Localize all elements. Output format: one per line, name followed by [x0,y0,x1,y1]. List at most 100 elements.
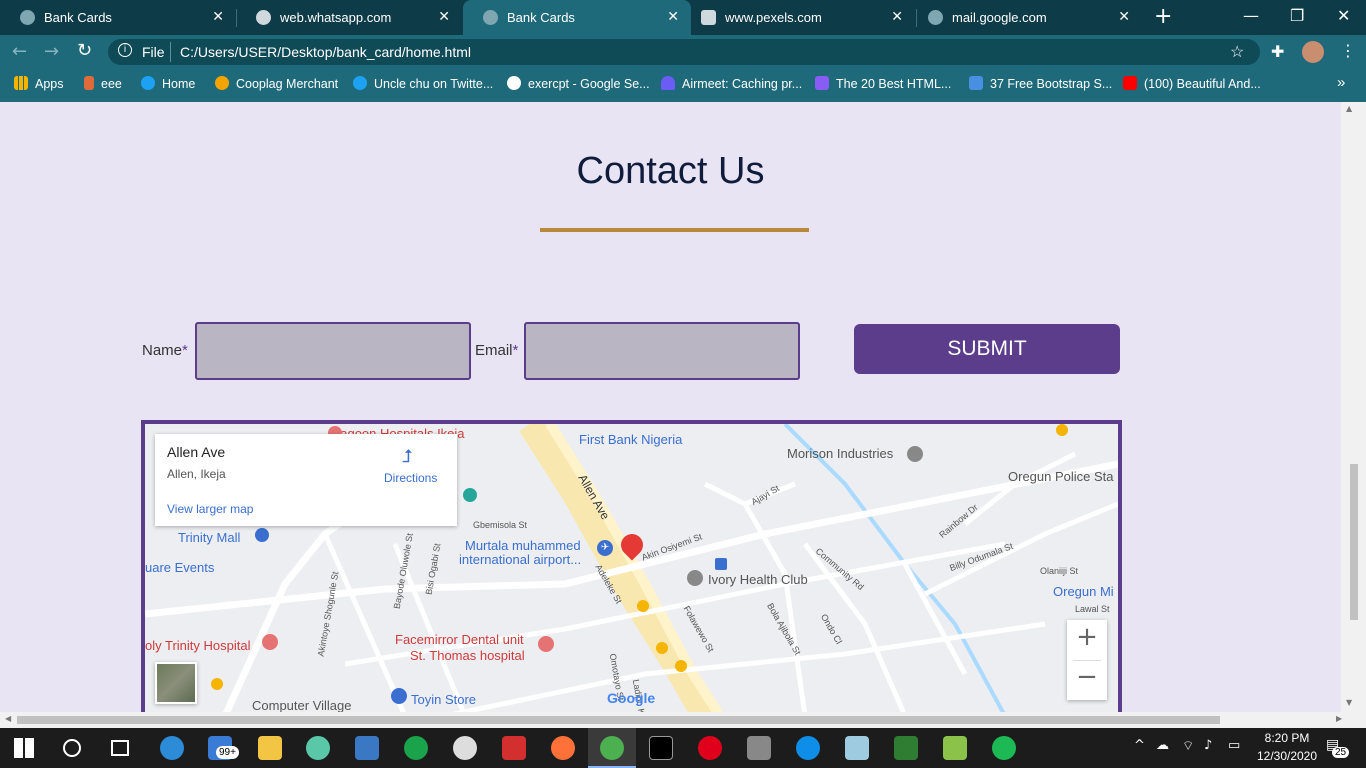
atom-icon[interactable] [306,736,330,760]
place-icon [687,570,703,586]
bluestacks-icon[interactable] [943,736,967,760]
view-larger-map-link[interactable]: View larger map [167,502,253,516]
cloud-icon[interactable]: ☁ [1156,738,1169,753]
tab-whatsapp[interactable]: web.whatsapp.com ✕ [236,0,462,35]
acrobat-icon[interactable] [502,736,526,760]
globe-icon [20,10,35,25]
bookmark-uncle-chu[interactable]: Uncle chu on Twitte... [353,76,493,91]
firefox-icon[interactable] [551,736,575,760]
bookmark-airmeet[interactable]: Airmeet: Caching pr... [661,76,802,91]
scroll-right-arrow-icon[interactable]: ▶ [1336,714,1342,723]
scroll-down-arrow-icon[interactable]: ▼ [1346,698,1352,707]
place-address: Allen, Ikeja [167,467,226,481]
tab-bank-cards-1[interactable]: Bank Cards ✕ [0,0,236,35]
volume-icon[interactable]: ♪ [1204,738,1212,753]
close-icon[interactable]: ✕ [891,8,903,25]
tab-title: mail.google.com [952,10,1047,25]
close-icon[interactable]: ✕ [438,8,450,25]
spotify-icon[interactable] [992,736,1016,760]
forward-arrow-icon[interactable]: → [44,41,59,62]
window-close-icon[interactable]: ✕ [1337,6,1350,25]
tab-bank-cards-active[interactable]: Bank Cards ✕ [463,0,691,35]
zoom-out-button[interactable]: − [1067,662,1107,692]
new-tab-button[interactable]: + [1154,4,1172,29]
windows-taskbar: 99+ ^ ☁ ⌔ ♪ ▭ 8:20 PM 12/30/2020 ▤ 25 [0,728,1366,768]
clock-time[interactable]: 8:20 PM [1252,731,1322,745]
bookmark-cooplag[interactable]: Cooplag Merchant [215,76,338,91]
battery-icon[interactable]: ▭ [1228,738,1240,753]
email-label: Email* [475,342,519,359]
address-bar[interactable]: i File C:/Users/USER/Desktop/bank_card/h… [108,39,1260,65]
url-scheme: File [142,44,165,60]
bookmark-icon [815,76,829,90]
zoom-in-button[interactable]: + [1067,622,1107,652]
tab-pexels[interactable]: www.pexels.com ✕ [681,0,915,35]
horizontal-scroll-thumb[interactable] [17,716,1220,724]
airmeet-icon [661,76,675,90]
task-view-icon[interactable] [111,740,129,756]
bookmark-bootstrap[interactable]: 37 Free Bootstrap S... [969,76,1112,91]
scroll-up-arrow-icon[interactable]: ▲ [1346,104,1352,113]
name-input[interactable] [195,322,471,380]
info-icon[interactable]: i [118,43,132,57]
vertical-scroll-thumb[interactable] [1350,464,1358,620]
tab-title: www.pexels.com [725,10,822,25]
mail-badge: 99+ [216,746,239,759]
terminal-icon[interactable] [649,736,673,760]
edge-icon[interactable] [160,736,184,760]
more-bookmarks-icon[interactable]: » [1337,74,1345,91]
media-icon[interactable] [453,736,477,760]
back-arrow-icon[interactable]: ← [12,41,27,62]
bookmark-home[interactable]: Home [141,76,195,91]
email-input[interactable] [524,322,800,380]
chrome-icon[interactable] [600,736,624,760]
embedded-map[interactable]: Lagoon Hospitals Ikeja First Bank Nigeri… [141,420,1122,712]
minimize-icon[interactable]: — [1243,6,1259,25]
bookmark-youtube[interactable]: (100) Beautiful And... [1123,76,1261,91]
submit-button[interactable]: SUBMIT [854,324,1120,374]
close-icon[interactable]: ✕ [667,8,679,25]
satellite-toggle[interactable] [155,662,197,704]
pexels-icon [701,10,716,25]
airport-icon: ✈ [597,540,613,556]
scroll-left-arrow-icon[interactable]: ◀ [5,714,11,723]
vertical-scrollbar[interactable]: ▲ ▼ [1341,102,1366,712]
teamviewer-icon[interactable] [796,736,820,760]
bookmark-eee[interactable]: eee [84,76,122,91]
store-icon[interactable] [747,736,771,760]
bookmark-html[interactable]: The 20 Best HTML... [815,76,951,91]
youtube-icon [1123,76,1137,90]
map-label: international airport... [459,552,582,567]
app-icon[interactable] [355,736,379,760]
app-icon[interactable] [845,736,869,760]
menu-dots-icon[interactable]: ⋮ [1340,41,1356,60]
reload-icon[interactable]: ↻ [77,40,92,61]
avatar[interactable] [1302,41,1324,63]
tab-gmail[interactable]: mail.google.com ✕ [908,0,1142,35]
directions-link[interactable]: Directions [384,471,437,485]
bookmark-apps[interactable]: Apps [14,76,64,91]
file-explorer-icon[interactable] [258,736,282,760]
place-name: Allen Ave [167,444,226,460]
app-icon[interactable] [894,736,918,760]
chevron-up-icon[interactable]: ^ [1134,738,1145,753]
wifi-icon[interactable]: ⌔ [1182,738,1194,754]
close-icon[interactable]: ✕ [212,8,224,25]
clock-date[interactable]: 12/30/2020 [1252,749,1322,763]
close-icon[interactable]: ✕ [1118,8,1130,25]
horizontal-scrollbar[interactable]: ◀ ▶ [0,712,1366,728]
bus-icon [715,558,727,570]
windows-start-icon[interactable] [14,738,34,758]
directions-icon[interactable]: ⮥ [402,446,413,467]
url-text[interactable]: C:/Users/USER/Desktop/bank_card/home.htm… [180,44,471,60]
star-icon[interactable]: ☆ [1230,42,1244,62]
extensions-icon[interactable]: ✚ [1271,42,1284,61]
search-icon[interactable] [63,739,81,757]
app-icon[interactable] [404,736,428,760]
map-label: Ivory Health Club [708,572,808,587]
map-label: St. Thomas hospital [410,648,525,663]
opera-icon[interactable] [698,736,722,760]
map-label: Oregun Police Sta [1008,469,1114,484]
restore-icon[interactable]: ❐ [1290,6,1304,25]
bookmark-exercpt[interactable]: exercpt - Google Se... [507,76,650,91]
